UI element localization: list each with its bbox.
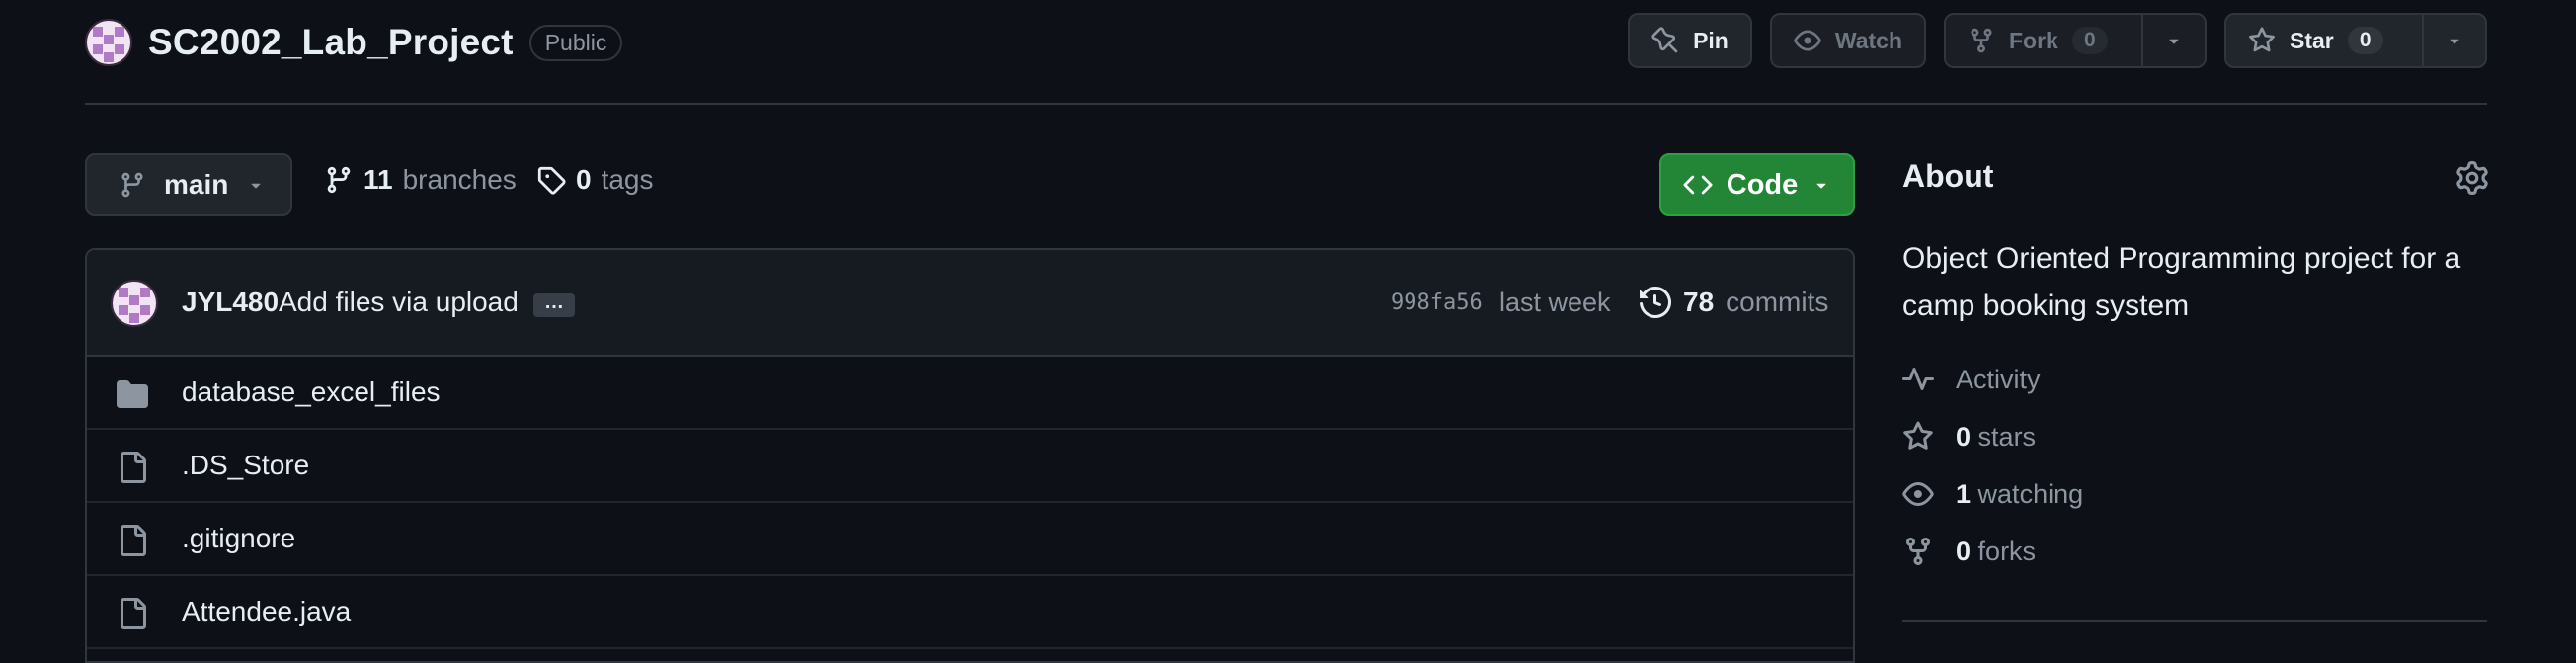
- triangle-down-icon: [246, 175, 266, 195]
- repo-forked-icon: [1968, 27, 1995, 54]
- code-icon: [1683, 170, 1713, 200]
- branch-selector[interactable]: main: [85, 153, 292, 216]
- file-icon: [117, 452, 148, 483]
- star-button-group: Star 0: [2224, 13, 2487, 68]
- commits-count: 78: [1683, 287, 1715, 317]
- visibility-badge: Public: [528, 24, 623, 61]
- owner-avatar[interactable]: [85, 19, 132, 66]
- star-count: 0: [2347, 27, 2383, 54]
- commit-author-link[interactable]: JYL480: [182, 287, 279, 318]
- folder-icon: [117, 378, 148, 410]
- latest-commit-bar: JYL480 Add files via upload … 998fa56 la…: [87, 250, 1853, 357]
- file-browser: JYL480 Add files via upload … 998fa56 la…: [85, 248, 1855, 663]
- repo-header: SC2002_Lab_Project Public Pin Watch Fork…: [85, 0, 2487, 105]
- forks-link[interactable]: 0 forks: [1902, 536, 2036, 567]
- file-icon: [117, 598, 148, 629]
- tags-link[interactable]: 0 tags: [536, 164, 654, 196]
- watching-count: 1: [1956, 478, 1972, 509]
- repo-forked-icon: [1902, 536, 1934, 567]
- commits-history-link[interactable]: 78 commits: [1640, 287, 1828, 318]
- gear-icon[interactable]: [2455, 161, 2489, 195]
- file-row[interactable]: database_excel_files: [87, 357, 1853, 430]
- commit-time: last week: [1499, 287, 1611, 317]
- code-button-label: Code: [1726, 168, 1799, 201]
- git-branch-icon: [324, 165, 354, 195]
- pin-icon: [1651, 27, 1679, 54]
- file-name-link[interactable]: Attendee.java: [182, 596, 351, 627]
- forks-label: forks: [1977, 536, 2037, 566]
- watch-label: Watch: [1834, 27, 1902, 53]
- activity-label: Activity: [1956, 364, 2041, 394]
- star-button[interactable]: Star 0: [2226, 15, 2422, 66]
- stars-link[interactable]: 0 stars: [1902, 421, 2036, 453]
- branches-label: branches: [402, 164, 517, 195]
- about-heading: About: [1902, 158, 1994, 194]
- code-button[interactable]: Code: [1659, 153, 1855, 216]
- stars-count: 0: [1956, 421, 1972, 452]
- repo-title: SC2002_Lab_Project Public: [85, 18, 623, 67]
- eye-icon: [1902, 478, 1934, 510]
- watching-label: watching: [1977, 478, 2084, 509]
- tags-count: 0: [576, 164, 592, 195]
- tags-label: tags: [601, 164, 654, 195]
- fork-count: 0: [2071, 27, 2108, 54]
- fork-button[interactable]: Fork 0: [1946, 15, 2141, 66]
- commit-author-avatar[interactable]: [111, 280, 158, 327]
- history-icon: [1640, 287, 1671, 318]
- triangle-down-icon: [2445, 31, 2464, 50]
- commits-label: commits: [1726, 287, 1829, 317]
- repo-name-link[interactable]: SC2002_Lab_Project: [148, 22, 514, 63]
- eye-icon: [1794, 27, 1821, 54]
- star-icon: [2248, 27, 2276, 54]
- current-branch-name: main: [164, 169, 229, 200]
- file-row[interactable]: .gitignore: [87, 503, 1853, 576]
- star-label: Star: [2290, 27, 2334, 53]
- file-name-link[interactable]: database_excel_files: [182, 376, 441, 408]
- star-dropdown-button[interactable]: [2422, 15, 2485, 66]
- watch-button[interactable]: Watch: [1769, 13, 1926, 68]
- branches-link[interactable]: 11 branches: [324, 164, 517, 196]
- repo-actions: Pin Watch Fork 0 Star 0: [1628, 13, 2487, 68]
- pin-button[interactable]: Pin: [1628, 13, 1752, 68]
- stars-label: stars: [1977, 421, 2037, 452]
- pulse-icon: [1902, 364, 1934, 395]
- repo-description: Object Oriented Programming project for …: [1902, 242, 2461, 322]
- about-divider: [1902, 620, 2487, 622]
- fork-label: Fork: [2009, 27, 2058, 53]
- file-icon: [117, 525, 148, 556]
- fork-button-group: Fork 0: [1944, 13, 2207, 68]
- pin-label: Pin: [1693, 27, 1729, 53]
- commit-expand-button[interactable]: …: [533, 292, 575, 317]
- fork-dropdown-button[interactable]: [2141, 15, 2205, 66]
- branches-count: 11: [363, 164, 393, 195]
- file-name-link[interactable]: .DS_Store: [182, 450, 309, 481]
- forks-count: 0: [1956, 536, 1972, 566]
- activity-link[interactable]: Activity: [1902, 364, 2041, 395]
- file-name-link[interactable]: .gitignore: [182, 523, 295, 554]
- star-icon: [1902, 421, 1934, 453]
- commit-sha-link[interactable]: 998fa56: [1391, 290, 1483, 315]
- tag-icon: [536, 165, 566, 195]
- commit-message-link[interactable]: Add files via upload: [279, 287, 519, 318]
- file-row[interactable]: Attendee.java: [87, 576, 1853, 649]
- file-row[interactable]: .DS_Store: [87, 430, 1853, 503]
- triangle-down-icon: [1811, 175, 1831, 195]
- git-branch-icon: [119, 171, 146, 199]
- triangle-down-icon: [2164, 31, 2184, 50]
- watching-link[interactable]: 1 watching: [1902, 478, 2083, 510]
